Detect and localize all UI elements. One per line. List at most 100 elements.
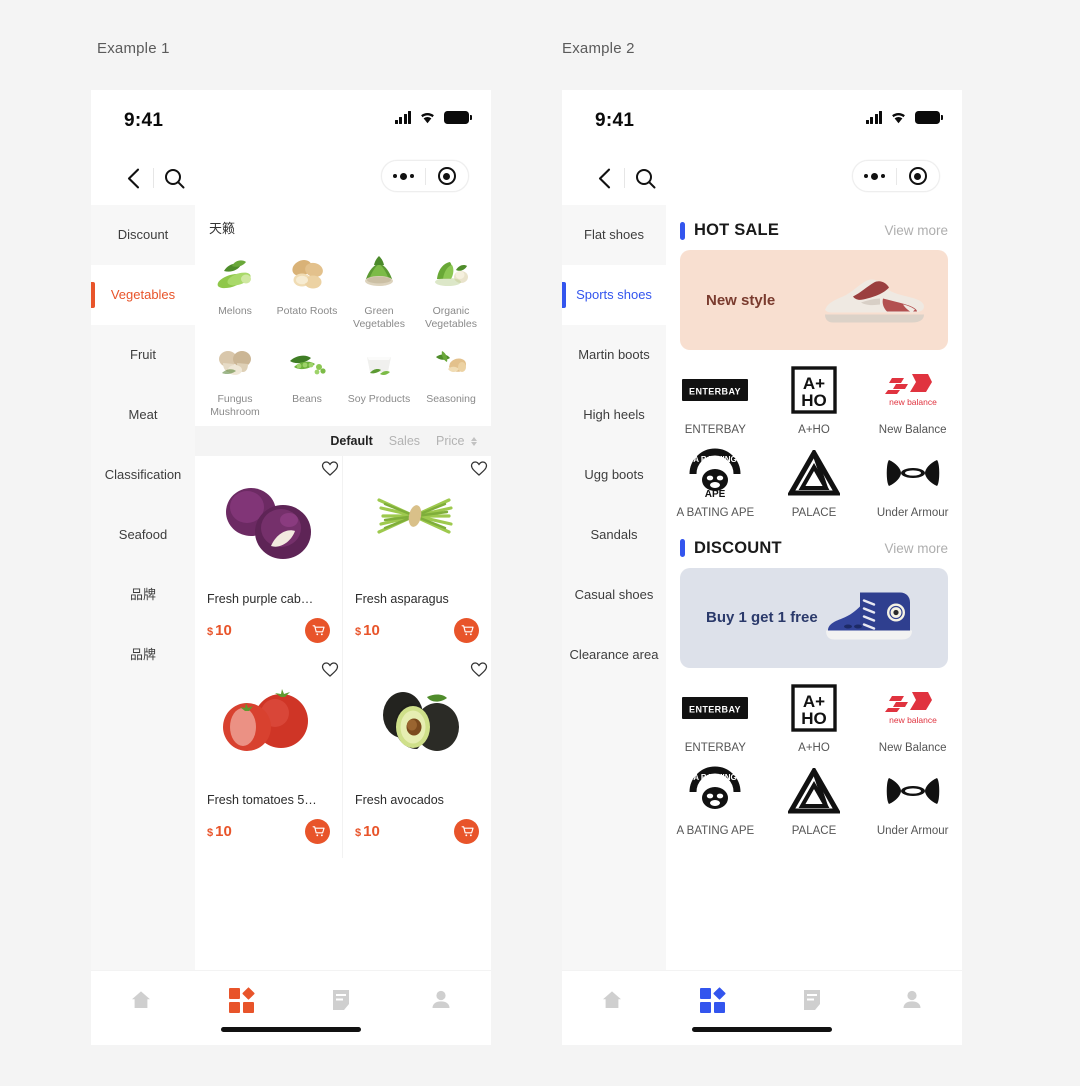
cart-icon (461, 826, 474, 837)
sidebar-item-classification[interactable]: Classification (91, 445, 195, 505)
price-value: 10 (363, 621, 380, 639)
purple-cabbage-image (225, 488, 311, 559)
product-name: Fresh tomatoes 5… (207, 792, 317, 807)
tab-category[interactable] (191, 983, 291, 1017)
tab-profile[interactable] (862, 983, 962, 1017)
subcategory-beans[interactable]: Beans (271, 337, 343, 419)
orders-document-icon (333, 990, 349, 1010)
blue-high-top-sneaker-image (820, 584, 932, 651)
more-dots-icon[interactable] (382, 172, 425, 180)
svg-text:HO: HO (801, 709, 827, 728)
palace-logo (787, 765, 840, 817)
target-circle-icon[interactable] (426, 167, 469, 185)
sidebar-item-seafood[interactable]: Seafood (91, 505, 195, 565)
sidebar-item-brand-2[interactable]: 品牌 (91, 625, 195, 685)
subcategory-green-vegetables[interactable]: Green Vegetables (343, 249, 415, 331)
sort-updown-caret-icon (471, 436, 477, 446)
search-icon[interactable] (625, 162, 665, 194)
more-dots-icon[interactable] (853, 172, 896, 180)
view-more-link[interactable]: View more (884, 223, 948, 238)
subcategory-potato-roots[interactable]: Potato Roots (271, 249, 343, 331)
brand-a-bathing-ape[interactable]: A BATHING A BATING APE (666, 765, 765, 838)
sidebar-item-discount[interactable]: Discount (91, 205, 195, 265)
favorite-heart-icon[interactable] (320, 659, 340, 679)
sidebar-item-vegetables[interactable]: Vegetables (91, 265, 195, 325)
tab-orders[interactable] (291, 983, 391, 1017)
sidebar-item-high-heels[interactable]: High heels (562, 385, 666, 445)
product-card[interactable]: Fresh purple cab… $10 (195, 455, 343, 657)
sidebar-item-sandals[interactable]: Sandals (562, 505, 666, 565)
tab-home[interactable] (91, 983, 191, 1017)
tab-home[interactable] (562, 983, 662, 1017)
product-price: $10 (207, 622, 232, 639)
brand-new-balance[interactable]: new balance New Balance (863, 364, 962, 437)
favorite-heart-icon[interactable] (469, 458, 489, 478)
brand-name: ENTERBAY (684, 424, 746, 436)
brand-a-plus-ho[interactable]: A+ HO A+HO (765, 364, 864, 437)
add-to-cart-button[interactable] (454, 818, 479, 844)
view-more-link[interactable]: View more (884, 541, 948, 556)
product-card[interactable]: Fresh tomatoes 5… $10 (195, 656, 343, 858)
sidebar-item-fruit[interactable]: Fruit (91, 325, 195, 385)
sidebar-item-casual-shoes[interactable]: Casual shoes (562, 565, 666, 625)
sidebar-item-meat[interactable]: Meat (91, 385, 195, 445)
cart-icon (312, 826, 325, 837)
brand-name: A+HO (798, 424, 830, 436)
active-indicator-bar (562, 282, 566, 308)
sort-default[interactable]: Default (330, 434, 372, 448)
sort-sales[interactable]: Sales (389, 434, 420, 448)
sidebar-item-brand-1[interactable]: 品牌 (91, 565, 195, 625)
palace-logo (787, 447, 840, 499)
sidebar-item-sports-shoes[interactable]: Sports shoes (562, 265, 666, 325)
product-card[interactable]: Fresh avocados $10 (343, 656, 491, 858)
product-card[interactable]: Fresh asparagus $10 (343, 455, 491, 657)
profile-person-icon (432, 990, 450, 1008)
brand-palace[interactable]: PALACE (765, 765, 864, 838)
section-title: DISCOUNT (694, 538, 782, 557)
example-2-body: Flat shoes Sports shoes Martin boots Hig… (562, 205, 962, 970)
sidebar-item-martin-boots[interactable]: Martin boots (562, 325, 666, 385)
organic-vegetables-icon (426, 249, 476, 299)
brand-under-armour[interactable]: Under Armour (863, 447, 962, 520)
miniprogram-capsule (852, 160, 940, 192)
tab-category[interactable] (662, 983, 762, 1017)
brand-enterbay[interactable]: ENTERBAY ENTERBAY (666, 682, 765, 755)
tab-orders[interactable] (762, 983, 862, 1017)
sidebar-item-flat-shoes[interactable]: Flat shoes (562, 205, 666, 265)
brand-enterbay[interactable]: ENTERBAY ENTERBAY (666, 364, 765, 437)
subcategory-soy-products[interactable]: Soy Products (343, 337, 415, 419)
favorite-heart-icon[interactable] (469, 659, 489, 679)
brand-a-plus-ho[interactable]: A+ HO A+HO (765, 682, 864, 755)
sidebar-item-clearance-area[interactable]: Clearance area (562, 625, 666, 685)
subcategory-melons[interactable]: Melons (199, 249, 271, 331)
search-icon[interactable] (154, 162, 194, 194)
back-chevron-icon[interactable] (584, 162, 624, 194)
category-grid-icon (699, 986, 726, 1013)
brand-under-armour[interactable]: Under Armour (863, 765, 962, 838)
brand-name: Under Armour (876, 507, 949, 520)
add-to-cart-button[interactable] (454, 617, 479, 643)
back-chevron-icon[interactable] (113, 162, 153, 194)
brand-a-bathing-ape[interactable]: A BATHING APE A BATING APE (666, 447, 765, 520)
subcategory-seasoning[interactable]: Seasoning (415, 337, 487, 419)
add-to-cart-button[interactable] (305, 818, 330, 844)
sidebar-item-label: Classification (104, 466, 182, 482)
category-sidebar: Flat shoes Sports shoes Martin boots Hig… (562, 205, 666, 970)
brand-name: New Balance (878, 424, 947, 436)
sidebar-item-ugg-boots[interactable]: Ugg boots (562, 445, 666, 505)
subcategory-fungus-mushroom[interactable]: Fungus Mushroom (199, 337, 271, 419)
promo-banner-discount[interactable]: Buy 1 get 1 free (680, 567, 948, 668)
sort-price[interactable]: Price (436, 434, 477, 448)
favorite-heart-icon[interactable] (320, 458, 340, 478)
brand-new-balance[interactable]: new balance New Balance (863, 682, 962, 755)
promo-banner-hot-sale[interactable]: New style (680, 250, 948, 350)
target-circle-icon[interactable] (897, 167, 940, 185)
svg-text:HO: HO (801, 391, 827, 410)
add-to-cart-button[interactable] (305, 617, 330, 643)
sidebar-item-label: Martin boots (578, 346, 650, 362)
a-plus-ho-logo: A+ HO (791, 682, 837, 734)
nav-left-group (113, 162, 194, 194)
subcategory-organic-vegetables[interactable]: Organic Vegetables (415, 249, 487, 331)
tab-profile[interactable] (391, 983, 491, 1017)
brand-palace[interactable]: PALACE (765, 447, 864, 520)
